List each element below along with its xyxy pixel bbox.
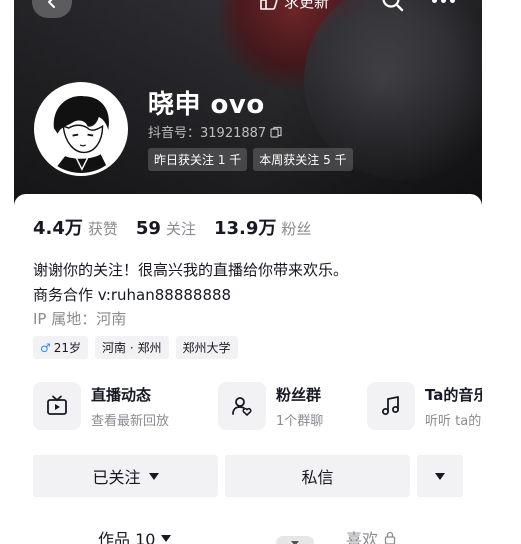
shortcut-live-subtitle: 查看最新回放 [91,413,170,429]
shortcut-fan-group-subtitle: 1个群聊 [276,413,324,429]
request-update-label: 求更新 [284,0,330,11]
action-buttons: 已关注 私信 [33,455,463,497]
bio: 谢谢你的关注！很高兴我的直播给你带来欢乐。 商务合作 v:ruhan888888… [33,258,348,308]
request-update-button[interactable]: 求更新 [258,0,329,16]
music-icon [382,396,399,415]
top-bar: 求更新 [14,0,482,22]
shortcut-music-title: Ta的音乐 [425,385,482,404]
tag-school[interactable]: 郑州大学 [175,336,238,359]
more-dot [441,0,446,3]
tab-likes[interactable]: 喜欢 [346,526,396,544]
back-button[interactable] [32,0,72,18]
profile-tags: ♂ 21岁 河南 · 郑州 郑州大学 [33,336,238,359]
tv-icon [47,395,67,415]
tab-likes-label: 喜欢 [346,530,379,544]
content-tabs: 作品 10 喜欢 [14,526,482,544]
request-update-icon [260,0,278,10]
bio-line-1: 谢谢你的关注！很高兴我的直播给你带来欢乐。 [33,261,349,279]
chevron-left-icon [48,0,55,8]
male-icon: ♂ [40,340,51,355]
shortcut-live-title: 直播动态 [91,385,152,404]
badge-yesterday: 昨日获关注 1 千 [148,148,248,171]
badge-this-week: 本周获关注 5 千 [253,148,353,171]
more-dot [432,0,437,3]
tab-filter-pill[interactable] [276,536,314,544]
more-dot [450,0,455,3]
stats-row: 4.4万 获赞 59 关注 13.9万 粉丝 [33,214,311,240]
stat-fans[interactable]: 13.9万 粉丝 [214,214,311,240]
profile-card: 4.4万 获赞 59 关注 13.9万 粉丝 谢谢你的关注！很高兴我的直播给你带… [14,194,482,544]
lock-icon [384,531,396,544]
tab-works[interactable]: 作品 10 [98,526,172,544]
profile-banner: 求更新 晓申 ovo 抖音号：31921887 昨日获关注 1 千 本周获关注 … [14,0,482,212]
stat-following-label: 关注 [165,220,196,238]
stat-likes[interactable]: 4.4万 获赞 [33,214,118,240]
stat-following-value: 59 [135,218,161,239]
copy-icon[interactable] [270,126,282,138]
message-button[interactable]: 私信 [225,455,410,497]
shortcut-row: 直播动态 查看最新回放 粉丝群 1个群聊 Ta的音乐 听听 ta的 [33,380,482,432]
stat-fans-label: 粉丝 [281,220,312,238]
stat-likes-label: 获赞 [87,220,118,238]
caret-down-icon [148,472,159,480]
follow-gain-badges: 昨日获关注 1 千 本周获关注 5 千 [148,148,353,171]
douyin-id[interactable]: 抖音号：31921887 [148,122,282,141]
message-label: 私信 [301,468,334,487]
shortcut-fan-group[interactable]: 粉丝群 1个群聊 [218,380,323,432]
nickname: 晓申 ovo [148,90,265,120]
tab-works-label: 作品 10 [98,530,156,544]
stat-likes-value: 4.4万 [33,218,83,239]
shortcut-music[interactable]: Ta的音乐 听听 ta的 [367,380,482,432]
avatar[interactable] [34,82,128,176]
caret-down-icon [161,534,172,542]
stat-following[interactable]: 59 关注 [136,218,196,239]
tag-gender-age: ♂ 21岁 [33,336,89,359]
more-button[interactable] [432,0,456,8]
stat-fans-value: 13.9万 [213,218,277,239]
search-button[interactable] [380,0,406,14]
caret-down-icon [435,472,445,480]
shortcut-music-subtitle: 听听 ta的 [425,413,482,429]
profile-screen: 求更新 晓申 ovo 抖音号：31921887 昨日获关注 1 千 本周获关注 … [14,0,482,544]
shortcut-fan-group-title: 粉丝群 [276,385,322,404]
followed-button[interactable]: 已关注 [33,455,218,497]
caret-down-icon [291,540,299,544]
fan-group-icon [232,397,252,416]
followed-label: 已关注 [92,468,141,487]
shortcut-live[interactable]: 直播动态 查看最新回放 [33,380,169,432]
ip-location: IP 属地：河南 [33,310,127,328]
douyin-id-text: 抖音号：31921887 [148,126,267,141]
avatar-anime-boy-image [37,85,125,173]
more-options-button[interactable] [417,455,463,497]
tag-age: 21岁 [53,341,82,355]
search-icon [382,0,404,12]
tag-location: 河南 · 郑州 [95,336,169,359]
bio-line-2: 商务合作 v:ruhan88888888 [33,286,232,304]
